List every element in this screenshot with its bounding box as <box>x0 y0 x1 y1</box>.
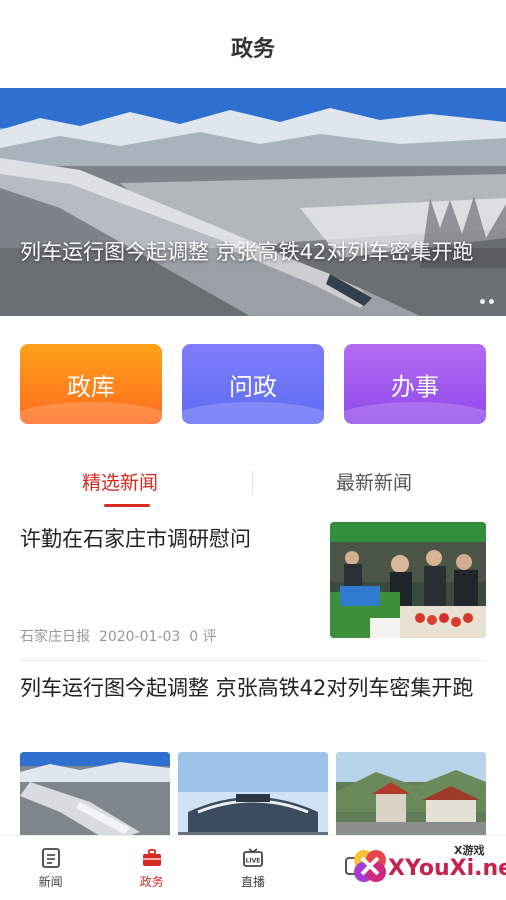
news-item[interactable]: 许勤在石家庄市调研慰问 石家庄日报 2020-01-03 0 评 <box>20 520 486 661</box>
ask-gov-button[interactable]: 问政 <box>182 344 324 424</box>
news-comment-count: 0 评 <box>189 629 217 645</box>
quick-actions: 政库 问政 办事 <box>20 344 486 424</box>
news-image[interactable] <box>20 752 170 842</box>
news-image[interactable] <box>336 752 486 842</box>
watermark-badge-icon <box>354 850 386 882</box>
services-button[interactable]: 办事 <box>344 344 486 424</box>
banner-image <box>0 88 506 316</box>
active-tab-indicator <box>104 504 150 507</box>
tab-featured-news[interactable]: 精选新闻 <box>82 468 158 495</box>
news-image-row <box>20 752 486 842</box>
news-meta: 石家庄日报 2020-01-03 0 评 <box>20 626 217 646</box>
briefcase-icon <box>142 848 161 866</box>
svg-text:LIVE: LIVE <box>246 857 261 864</box>
top-bar: 政务 <box>0 0 506 88</box>
button-wave-decoration <box>20 402 162 424</box>
live-tv-icon: LIVE <box>243 847 263 867</box>
tab-live-label: 直播 <box>240 874 265 889</box>
news-doc-icon <box>41 847 60 868</box>
tab-divider <box>252 470 253 494</box>
button-wave-decoration <box>182 402 324 424</box>
banner-caption[interactable]: 列车运行图今起调整 京张高铁42对列车密集开跑 <box>20 234 484 270</box>
tab-news[interactable]: 新闻 <box>0 836 101 900</box>
news-title[interactable]: 许勤在石家庄市调研慰问 <box>20 522 310 556</box>
page-title: 政务 <box>230 37 275 62</box>
news-item[interactable]: 列车运行图今起调整 京张高铁42对列车密集开跑 <box>20 670 486 842</box>
news-tabs: 精选新闻 最新新闻 <box>0 458 506 508</box>
tab-gov-affairs-label: 政务 <box>139 874 164 889</box>
news-date: 2020-01-03 <box>98 629 181 645</box>
button-wave-decoration <box>344 402 486 424</box>
tab-gov-affairs[interactable]: 政务 <box>101 836 202 900</box>
news-image[interactable] <box>178 752 328 842</box>
carousel-indicator <box>480 299 494 304</box>
tab-live[interactable]: LIVE 直播 <box>202 836 303 900</box>
news-banner-carousel[interactable]: 列车运行图今起调整 京张高铁42对列车密集开跑 <box>0 88 506 316</box>
news-thumbnail[interactable] <box>330 522 486 638</box>
tab-latest-news[interactable]: 最新新闻 <box>336 468 412 495</box>
carousel-dot <box>489 299 494 304</box>
watermark-logo: X游戏 XYouXi.net <box>350 832 506 896</box>
news-title[interactable]: 列车运行图今起调整 京张高铁42对列车密集开跑 <box>20 670 486 706</box>
gov-library-button[interactable]: 政库 <box>20 344 162 424</box>
carousel-dot <box>480 299 485 304</box>
watermark-brand-text: XYouXi.net <box>388 856 506 881</box>
gov-library-label: 政库 <box>67 372 115 401</box>
tab-news-label: 新闻 <box>38 874 63 889</box>
ask-gov-label: 问政 <box>229 372 277 401</box>
news-source: 石家庄日报 <box>20 629 90 645</box>
services-label: 办事 <box>391 372 439 401</box>
